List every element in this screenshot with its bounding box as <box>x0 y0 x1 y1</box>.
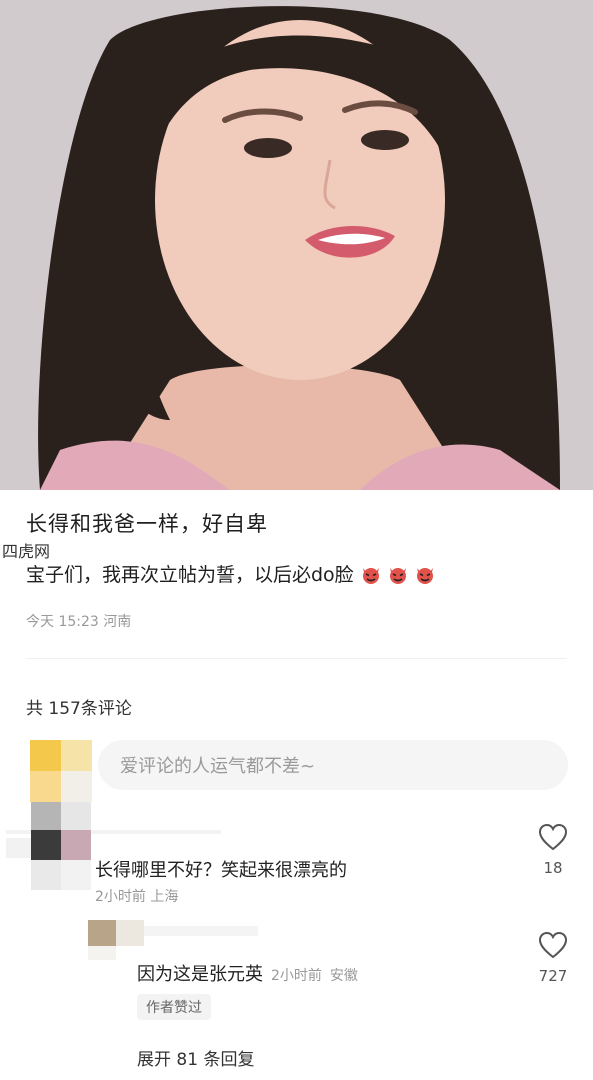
devil-face-icon <box>416 567 433 584</box>
post-meta: 今天 15:23 河南 <box>26 611 131 631</box>
heart-icon <box>538 823 568 851</box>
expand-replies-button[interactable]: 展开 81 条回复 <box>137 1045 254 1070</box>
comment-text: 长得哪里不好？笑起来很漂亮的 <box>95 860 347 881</box>
comment-like-button[interactable]: 18 <box>535 823 571 877</box>
comment-meta: 2小时前 上海 <box>95 886 178 906</box>
comment-input-placeholder: 爱评论的人运气都不差~ <box>120 756 316 777</box>
reply-location: 安徽 <box>329 968 358 984</box>
comment-input[interactable]: 爱评论的人运气都不差~ <box>98 740 568 790</box>
reply-text: 因为这是张元英 <box>137 964 263 985</box>
reply-line: 因为这是张元英 2小时前 安徽 <box>137 960 358 986</box>
devil-face-icon <box>389 567 406 584</box>
comment-time: 2小时前 <box>95 889 146 905</box>
reply-like-button[interactable]: 727 <box>535 931 571 985</box>
comment-count: 共 157条评论 <box>26 699 132 719</box>
author-liked-badge: 作者赞过 <box>137 994 211 1020</box>
post-photo[interactable] <box>0 0 593 490</box>
like-count: 18 <box>543 859 563 877</box>
post-title: 长得和我爸一样，好自卑 <box>26 512 268 536</box>
devil-face-icon <box>362 567 379 584</box>
post-location: 河南 <box>103 614 132 630</box>
my-avatar[interactable] <box>30 740 92 802</box>
emoji-group <box>360 563 436 585</box>
post-time: 今天 15:23 <box>26 614 99 630</box>
comment-location: 上海 <box>150 889 179 905</box>
divider <box>26 658 567 659</box>
like-count: 727 <box>538 967 568 985</box>
reply-avatar[interactable] <box>88 920 258 960</box>
portrait-illustration <box>0 0 593 490</box>
post-body: 宝子们，我再次立帖为誓，以后必do脸 <box>26 560 436 587</box>
reply-time: 2小时前 <box>271 968 322 984</box>
post-body-text: 宝子们，我再次立帖为誓，以后必do脸 <box>26 564 354 586</box>
heart-icon <box>538 931 568 959</box>
